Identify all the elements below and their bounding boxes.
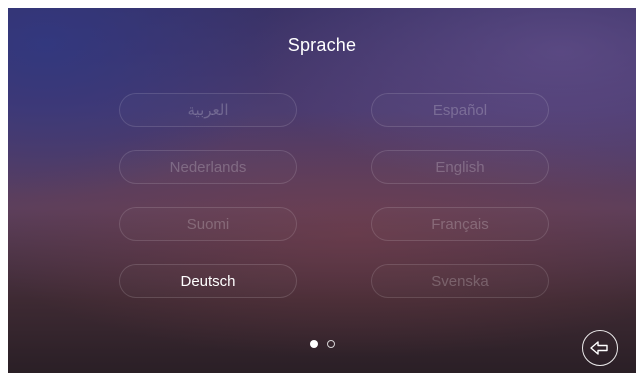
language-option-french[interactable]: Français: [371, 207, 549, 241]
language-label: Svenska: [431, 272, 489, 290]
language-option-swedish[interactable]: Svenska: [371, 264, 549, 298]
language-option-english[interactable]: English: [371, 150, 549, 184]
language-label: Deutsch: [180, 272, 236, 290]
language-grid: العربية Español Nederlands English Suomi…: [8, 8, 636, 373]
page-indicator: [8, 340, 636, 348]
language-settings-screen: Sprache العربية Español Nederlands Engli…: [8, 8, 636, 373]
language-label: Français: [431, 215, 489, 233]
language-label: Suomi: [186, 215, 230, 233]
language-label: Nederlands: [169, 158, 247, 176]
back-button[interactable]: [582, 330, 618, 366]
language-option-spanish[interactable]: Español: [371, 93, 549, 127]
page-dot-2[interactable]: [326, 340, 335, 348]
page-dot-1[interactable]: [309, 340, 318, 348]
language-option-dutch[interactable]: Nederlands: [119, 150, 297, 184]
language-label: Español: [432, 101, 488, 119]
language-label: العربية: [187, 102, 229, 119]
language-option-german[interactable]: Deutsch: [119, 264, 297, 298]
language-label: English: [435, 158, 485, 176]
back-arrow-icon: [590, 341, 608, 355]
language-option-finnish[interactable]: Suomi: [119, 207, 297, 241]
language-option-arabic[interactable]: العربية: [119, 93, 297, 127]
